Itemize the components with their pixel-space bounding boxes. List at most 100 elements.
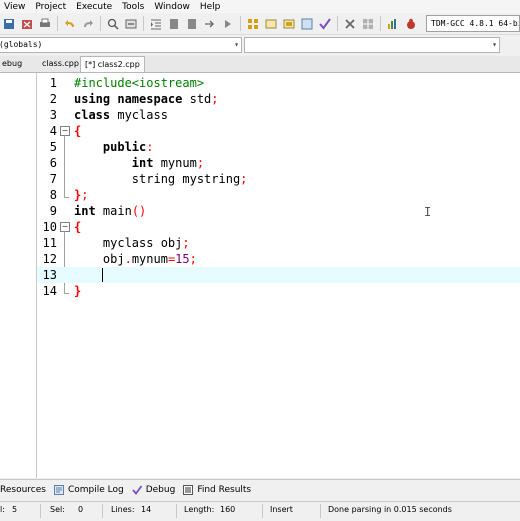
code-token: 15 xyxy=(175,252,190,266)
status-sel-label: Sel: xyxy=(50,505,65,514)
code-token: . xyxy=(124,252,132,266)
tab-debug-panel[interactable]: Debug xyxy=(132,484,176,495)
code-token: mynum xyxy=(131,252,168,266)
check-syntax-icon[interactable] xyxy=(318,17,332,31)
code-token: using namespace xyxy=(74,92,183,106)
save-all-icon[interactable] xyxy=(2,17,16,31)
text-caret xyxy=(102,268,103,282)
toolbar-separator xyxy=(143,16,144,31)
code-editor[interactable]: I 1 #include<iostream> 2 using namespace st… xyxy=(37,73,520,478)
toolbar-separator xyxy=(380,16,381,31)
redo-icon[interactable] xyxy=(81,17,95,31)
compile-log-icon xyxy=(53,484,64,495)
menu-window[interactable]: Window xyxy=(150,2,196,12)
code-line[interactable]: 6 int mynum; xyxy=(37,155,520,171)
function-combo[interactable]: ▾ xyxy=(244,37,500,53)
tab-resources[interactable]: Resources xyxy=(0,485,46,495)
chevron-down-icon: ▾ xyxy=(234,40,239,49)
fold-toggle-icon[interactable]: − xyxy=(60,222,70,232)
code-line[interactable]: 3 class myclass xyxy=(37,107,520,123)
tab-debug-panel-label: Debug xyxy=(145,484,176,495)
find-results-icon xyxy=(183,484,194,495)
compile-icon[interactable] xyxy=(246,17,260,31)
code-line[interactable]: 13 xyxy=(37,267,520,283)
code-line[interactable]: 4−{ xyxy=(37,123,520,139)
code-token: myclass obj xyxy=(74,236,183,250)
code-line[interactable]: 10−{ xyxy=(37,219,520,235)
line-number: 9 xyxy=(49,204,57,218)
tab-class-cpp[interactable]: class.cpp xyxy=(38,56,83,71)
bookmark-prev-icon[interactable] xyxy=(167,17,181,31)
tab-debug[interactable]: ebug xyxy=(0,56,26,71)
line-number: 12 xyxy=(42,252,57,266)
indent-icon[interactable] xyxy=(149,17,163,31)
code-text: { xyxy=(74,123,81,139)
profile-icon[interactable] xyxy=(386,17,400,31)
status-separator xyxy=(102,504,103,518)
scope-combo[interactable]: (globals) ▾ xyxy=(0,37,242,53)
toolbar-separator xyxy=(240,16,241,31)
replace-icon[interactable] xyxy=(124,17,138,31)
menu-tools[interactable]: Tools xyxy=(118,2,150,12)
line-number: 1 xyxy=(49,76,57,90)
tab-find-results[interactable]: Find Results xyxy=(183,484,251,495)
menu-help[interactable]: Help xyxy=(196,2,227,12)
bookmark-next-icon[interactable] xyxy=(185,17,199,31)
forward-icon[interactable] xyxy=(221,17,235,31)
code-text: } xyxy=(74,283,81,299)
code-token: obj xyxy=(74,252,125,266)
line-number: 4 xyxy=(49,124,57,138)
fold-toggle-icon[interactable]: − xyxy=(60,126,70,136)
code-line[interactable]: 7 string mystring; xyxy=(37,171,520,187)
print-icon[interactable] xyxy=(38,17,52,31)
rebuild-icon[interactable] xyxy=(300,17,314,31)
code-token: } xyxy=(74,284,82,298)
debug-icon[interactable] xyxy=(404,17,418,31)
search-icon[interactable] xyxy=(106,17,120,31)
menu-bar: View Project Execute Tools Window Help xyxy=(0,0,520,13)
code-token: mynum xyxy=(153,156,197,170)
line-number: 3 xyxy=(49,108,57,122)
code-line[interactable]: 8}; xyxy=(37,187,520,203)
code-text: string mystring; xyxy=(74,171,248,187)
tab-class2-cpp[interactable]: [*] class2.cpp xyxy=(80,56,145,72)
goto-icon[interactable] xyxy=(203,17,217,31)
line-number: 7 xyxy=(49,172,57,186)
status-sel-value: 0 xyxy=(78,505,84,514)
code-token: ; xyxy=(196,156,205,170)
project-browser-pane[interactable] xyxy=(0,73,37,478)
close-file-icon[interactable] xyxy=(20,17,34,31)
tab-compile-log[interactable]: Compile Log xyxy=(53,484,124,495)
options-grid-icon[interactable] xyxy=(361,17,375,31)
status-separator xyxy=(176,504,177,518)
scope-combo-value: (globals) xyxy=(0,40,43,49)
code-line[interactable]: 11 myclass obj; xyxy=(37,235,520,251)
code-token: string mystring xyxy=(74,172,241,186)
compiler-select[interactable]: TDM-GCC 4.8.1 64-bit xyxy=(426,15,520,32)
code-line[interactable]: 14} xyxy=(37,283,520,299)
code-line[interactable]: 2 using namespace std; xyxy=(37,91,520,107)
compile-run-icon[interactable] xyxy=(282,17,296,31)
code-text: #include<iostream> xyxy=(74,75,204,91)
stop-execution-icon[interactable] xyxy=(343,17,357,31)
code-text: int mynum; xyxy=(74,155,204,171)
code-text: myclass obj; xyxy=(74,235,190,251)
line-number: 2 xyxy=(49,92,57,106)
code-line[interactable]: 1 #include<iostream> xyxy=(37,75,520,91)
menu-project[interactable]: Project xyxy=(31,2,72,12)
code-text: int main() xyxy=(74,203,146,219)
bottom-panel-tabs: Resources Compile Log Debug Find Results xyxy=(0,479,520,499)
code-line[interactable]: 12 obj.mynum=15; xyxy=(37,251,520,267)
menu-execute[interactable]: Execute xyxy=(72,2,118,12)
code-line[interactable]: 5 public: xyxy=(37,139,520,155)
menu-view[interactable]: View xyxy=(0,2,31,12)
code-token: { xyxy=(74,220,82,234)
code-line[interactable]: 9 int main() xyxy=(37,203,520,219)
run-icon[interactable] xyxy=(264,17,278,31)
line-number: 11 xyxy=(42,236,57,250)
undo-icon[interactable] xyxy=(63,17,77,31)
code-token: { xyxy=(74,124,82,138)
code-text: { xyxy=(74,219,81,235)
status-col-label: l: xyxy=(0,505,5,514)
